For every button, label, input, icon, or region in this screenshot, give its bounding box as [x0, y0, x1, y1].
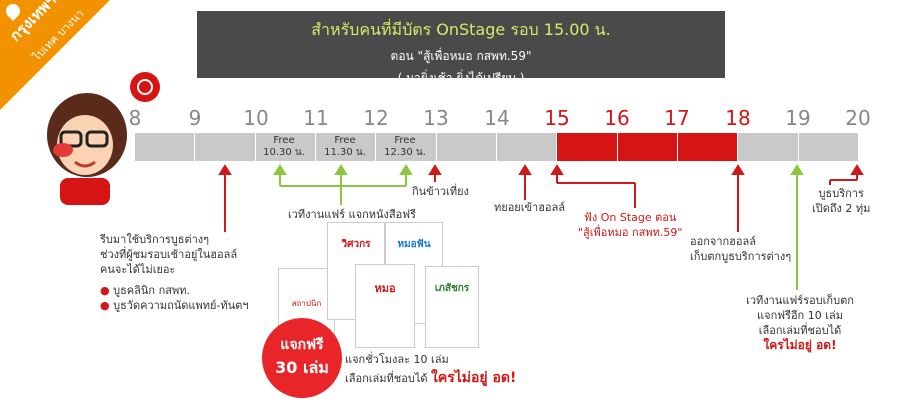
giveaway-count: 30 เล่ม [275, 358, 329, 377]
lunch-note: กินข้าวเที่ยง [412, 185, 469, 198]
note-line: บูธบริการ [818, 187, 864, 200]
morning-bullets: ● บูธคลินิก กสพท. ● บูธวัดความถนัดแพทย์-… [100, 284, 249, 312]
giveaway-burst: แจกฟรี 30 เล่ม [262, 318, 342, 398]
note-line: ออกจากฮอลล์ [690, 235, 756, 248]
giveaway-note: แจกชั่วโมงละ 10 เล่ม เลือกเล่มที่ชอบได้ … [345, 352, 516, 386]
morning-note: รีบมาใช้บริการบูธต่างๆ ช่วงที่ผู้ชมรอบเช… [100, 232, 270, 277]
bullet-aptitude: บูธวัดความถนัดแพทย์-ทันตฯ [113, 299, 249, 312]
note-line: "สู้เพื่อหมอ กสพท.59" [578, 226, 683, 239]
note-line: คนจะได้ไม่เยอะ [100, 263, 176, 276]
free-books-note: เวทีงานแฟร์ แจกหนังสือฟรี [288, 208, 416, 221]
note-line: เปิดถึง 2 ทุ่ม [812, 202, 871, 215]
note-line: เวทีงานแฟร์รอบเก็บตก [746, 294, 854, 307]
enter-hall-note: ทยอยเข้าฮอลล์ [494, 201, 566, 214]
note-line: ฟัง On Stage ตอน [584, 211, 677, 224]
note-line: ช่วงที่ผู้ชมรอบเช้าอยู่ในฮอลล์ [100, 248, 238, 261]
book-cover: หมอ [355, 264, 415, 348]
book-title: เภสัชกร [434, 283, 470, 294]
note-line-red: ใครไม่อยู่ อด! [431, 370, 517, 386]
giveaway-free-label: แจกฟรี [280, 337, 324, 353]
note-line: รีบมาใช้บริการบูธต่างๆ [100, 233, 210, 246]
service-until-note: บูธบริการ เปิดถึง 2 ทุ่ม [812, 186, 870, 216]
note-line: แจกฟรีอีก 10 เล่ม [757, 309, 843, 322]
onstage-note: ฟัง On Stage ตอน "สู้เพื่อหมอ กสพท.59" [578, 210, 682, 240]
collect-note: เวทีงานแฟร์รอบเก็บตก แจกฟรีอีก 10 เล่ม เ… [735, 293, 865, 353]
note-line: เลือกเล่มที่ชอบได้ [345, 372, 428, 385]
book-title: หมอ [374, 282, 396, 295]
note-line: เลือกเล่มที่ชอบได้ [758, 324, 842, 337]
book-title: หมอฟัน [397, 239, 431, 250]
note-line: เก็บตกบูธบริการต่างๆ [690, 250, 792, 263]
book-title: สถาปนิก [291, 299, 322, 308]
leave-hall-note: ออกจากฮอลล์ เก็บตกบูธบริการต่างๆ [690, 234, 791, 264]
bullet-clinic: บูธคลินิก กสพท. [113, 284, 190, 297]
note-line: ใครไม่อยู่ อด! [763, 338, 837, 352]
book-title: วิศวกร [341, 239, 371, 250]
book-cover: เภสัชกร [425, 266, 479, 348]
note-line: แจกชั่วโมงละ 10 เล่ม [345, 353, 449, 366]
